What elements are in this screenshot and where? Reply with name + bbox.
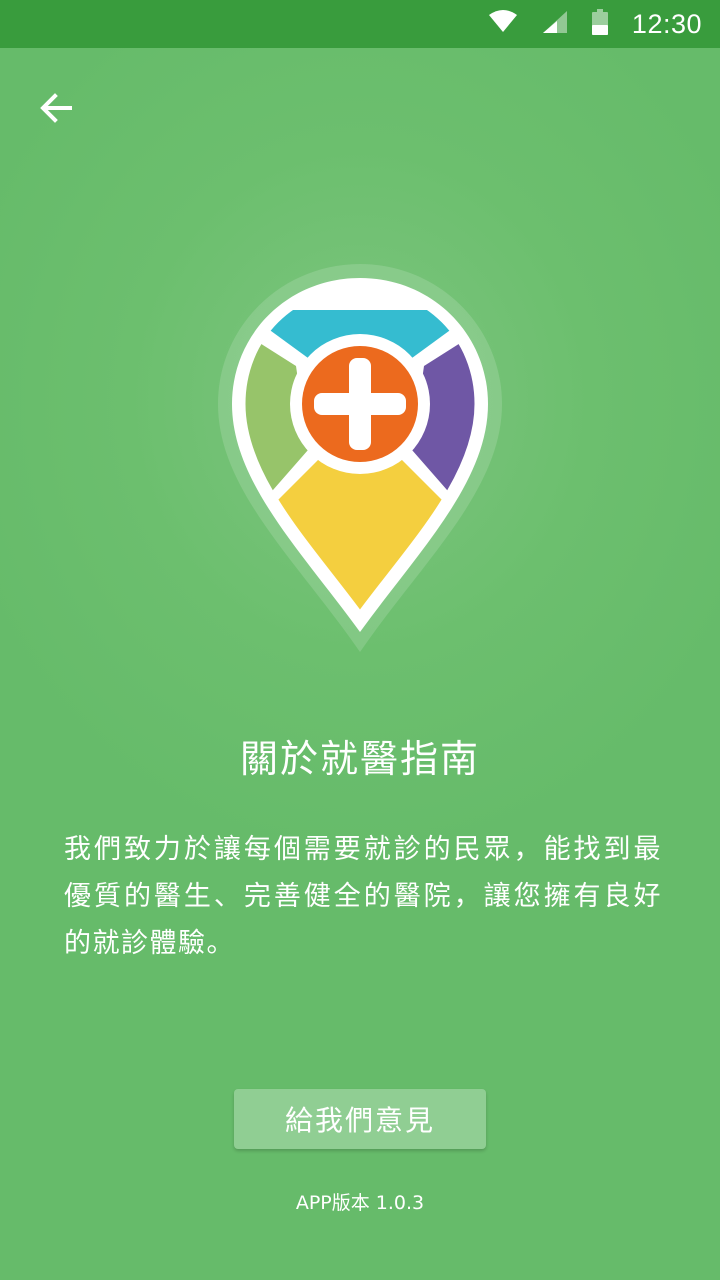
about-description: 我們致力於讓每個需要就診的民眾，能找到最優質的醫生、完善健全的醫院，讓您擁有良好…	[64, 834, 662, 959]
feedback-button[interactable]: 給我們意見	[234, 1089, 486, 1149]
status-icons: 12:30	[488, 0, 702, 48]
page-title: 關於就醫指南	[239, 737, 480, 781]
back-button[interactable]	[28, 80, 84, 136]
battery-icon	[591, 9, 608, 39]
status-time: 12:30	[631, 8, 702, 39]
status-bar: 12:30	[0, 0, 720, 48]
signal-icon	[542, 10, 568, 38]
back-arrow-icon	[40, 93, 72, 123]
app-version: APP版本 1.0.3	[295, 1192, 425, 1214]
map-pin-medical-cross-logo	[216, 262, 504, 654]
wifi-icon	[488, 10, 518, 38]
